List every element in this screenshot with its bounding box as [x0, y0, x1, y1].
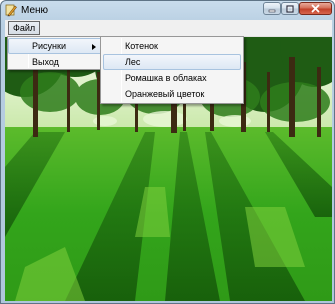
window-title: Меню: [21, 5, 49, 16]
menu-file[interactable]: Файл: [8, 21, 41, 35]
maximize-icon: [286, 4, 294, 13]
pencil-app-icon: [5, 4, 17, 17]
pictures-submenu: Котенок Лес Ромашка в облаках Оранжевый …: [100, 36, 244, 104]
menu-item-exit-label: Выход: [32, 57, 59, 67]
submenu-item-orange-flower-label: Оранжевый цветок: [125, 89, 205, 99]
title-bar[interactable]: Меню: [1, 1, 334, 21]
submenu-item-forest[interactable]: Лес: [103, 54, 241, 70]
submenu-item-kitten-label: Котенок: [125, 41, 158, 51]
submenu-item-kitten[interactable]: Котенок: [103, 38, 241, 54]
submenu-item-daisy-in-clouds[interactable]: Ромашка в облаках: [103, 70, 241, 86]
minimize-button[interactable]: [263, 2, 281, 15]
minimize-icon: [268, 9, 276, 12]
file-dropdown-menu: Рисунки Выход: [7, 36, 103, 70]
menu-item-pictures[interactable]: Рисунки: [8, 38, 102, 54]
menu-item-exit[interactable]: Выход: [8, 54, 102, 70]
menu-item-pictures-label: Рисунки: [32, 41, 66, 51]
maximize-button[interactable]: [281, 2, 299, 15]
submenu-item-forest-label: Лес: [125, 57, 141, 67]
submenu-arrow-icon: [92, 44, 96, 50]
submenu-item-daisy-label: Ромашка в облаках: [125, 73, 207, 83]
menu-bar: Файл: [5, 20, 332, 37]
app-window: Меню Файл Рисунки Выход Котенок Лес Рома…: [0, 0, 335, 304]
close-button[interactable]: [299, 2, 332, 15]
close-icon: [311, 4, 320, 13]
submenu-item-orange-flower[interactable]: Оранжевый цветок: [103, 86, 241, 102]
